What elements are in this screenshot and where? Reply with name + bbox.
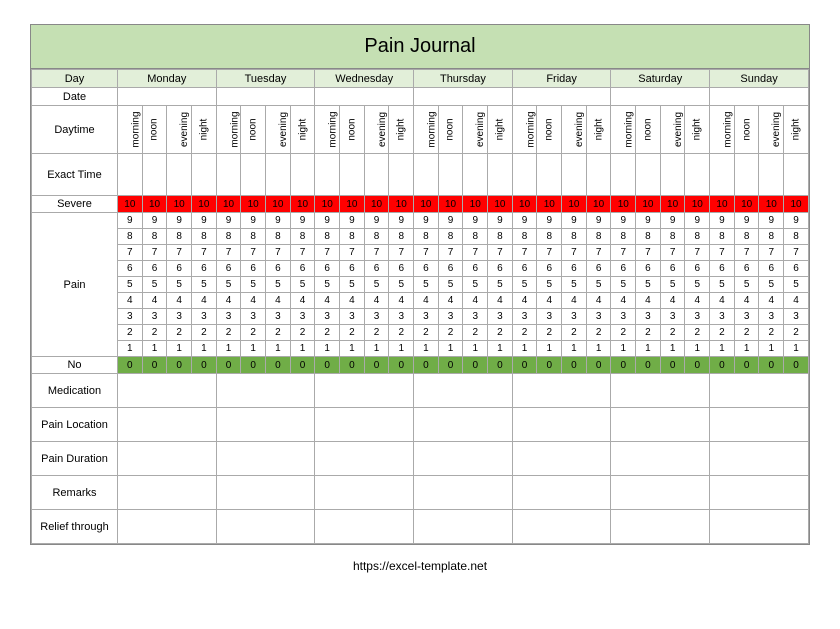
- daytime-6-0: morning: [710, 106, 735, 154]
- row-label-relief: Relief through: [32, 510, 118, 544]
- daytime-0-3: night: [192, 106, 217, 154]
- row-label-daytime: Daytime: [32, 106, 118, 154]
- journal-grid: DayMondayTuesdayWednesdayThursdayFridayS…: [31, 69, 809, 544]
- daytime-0-1: noon: [142, 106, 167, 154]
- daytime-2-2: evening: [364, 106, 389, 154]
- row-label-medication: Medication: [32, 374, 118, 408]
- header-day: Day: [32, 70, 118, 88]
- daytime-0-0: morning: [118, 106, 143, 154]
- daytime-6-1: noon: [734, 106, 759, 154]
- footer-link: https://excel-template.net: [30, 559, 810, 573]
- header-day-5: Saturday: [611, 70, 710, 88]
- daytime-6-2: evening: [759, 106, 784, 154]
- daytime-3-3: night: [488, 106, 513, 154]
- row-label-painDuration: Pain Duration: [32, 442, 118, 476]
- daytime-4-3: night: [586, 106, 611, 154]
- daytime-5-2: evening: [660, 106, 685, 154]
- header-day-6: Sunday: [710, 70, 809, 88]
- pain-journal-table: Pain Journal DayMondayTuesdayWednesdayTh…: [30, 24, 810, 545]
- daytime-3-1: noon: [438, 106, 463, 154]
- daytime-2-3: night: [389, 106, 414, 154]
- daytime-4-0: morning: [512, 106, 537, 154]
- daytime-6-3: night: [784, 106, 809, 154]
- header-day-4: Friday: [512, 70, 611, 88]
- daytime-0-2: evening: [167, 106, 192, 154]
- daytime-4-2: evening: [562, 106, 587, 154]
- row-label-severe: Severe: [32, 196, 118, 213]
- row-label-no: No: [32, 357, 118, 374]
- daytime-5-1: noon: [636, 106, 661, 154]
- row-label-exact-time: Exact Time: [32, 154, 118, 196]
- row-label-painLocation: Pain Location: [32, 408, 118, 442]
- row-label-remarks: Remarks: [32, 476, 118, 510]
- daytime-1-2: evening: [266, 106, 291, 154]
- header-day-2: Wednesday: [315, 70, 414, 88]
- daytime-1-0: morning: [216, 106, 241, 154]
- journal-title: Pain Journal: [31, 25, 809, 69]
- daytime-1-3: night: [290, 106, 315, 154]
- daytime-5-3: night: [685, 106, 710, 154]
- daytime-2-0: morning: [315, 106, 340, 154]
- daytime-3-2: evening: [463, 106, 488, 154]
- daytime-2-1: noon: [340, 106, 365, 154]
- header-day-3: Thursday: [414, 70, 513, 88]
- header-day-0: Monday: [118, 70, 217, 88]
- daytime-4-1: noon: [537, 106, 562, 154]
- header-day-1: Tuesday: [216, 70, 315, 88]
- daytime-3-0: morning: [414, 106, 439, 154]
- row-label-pain: Pain: [32, 213, 118, 357]
- row-label-date: Date: [32, 88, 118, 106]
- daytime-5-0: morning: [611, 106, 636, 154]
- daytime-1-1: noon: [241, 106, 266, 154]
